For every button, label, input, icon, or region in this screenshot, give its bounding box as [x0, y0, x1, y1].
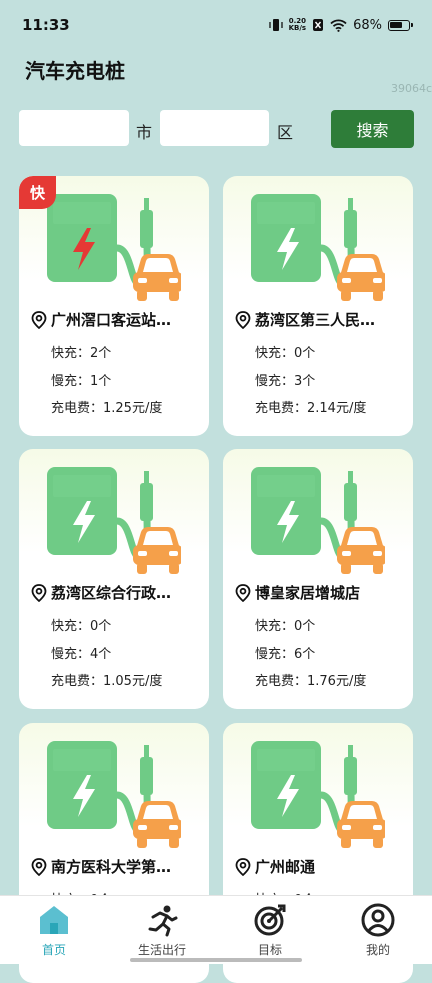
fast-charger-count: 快充：0个 — [255, 619, 316, 634]
charging-fee: 充电费：1.76元/度 — [255, 674, 367, 689]
battery-icon — [388, 19, 413, 31]
charger-illustration — [251, 465, 385, 583]
station-name: 博皇家居增城店 — [235, 582, 407, 603]
slow-charger-count: 慢充：4个 — [51, 647, 112, 662]
charger-illustration — [47, 192, 181, 310]
slow-charger-count: 慢充：1个 — [51, 374, 112, 389]
station-name-text: 博皇家居增城店 — [255, 584, 361, 602]
charger-illustration — [47, 465, 181, 583]
search-button[interactable]: 搜索 — [331, 110, 414, 148]
watermark: 39064c — [390, 82, 432, 95]
nav-profile-label: 我的 — [365, 943, 390, 957]
fast-charge-badge: 快 — [19, 176, 56, 209]
nav-life-travel[interactable]: 生活出行 — [108, 896, 216, 960]
net-speed: 0.20 KB/s — [288, 17, 307, 32]
station-card[interactable]: 快 广州滘口客运站… 快充：2个 慢充：1个 充电费：1.25元/度 — [19, 176, 209, 436]
nav-life-travel-label: 生活出行 — [137, 943, 186, 957]
fast-charger-count: 快充：0个 — [51, 619, 112, 634]
station-name: 广州滘口客运站… — [31, 309, 203, 330]
nav-home[interactable]: 首页 — [0, 896, 108, 960]
nav-home-label: 首页 — [41, 943, 66, 957]
charger-illustration — [47, 739, 181, 857]
bottom-navigation: 首页 生活出行 目标 我的 — [0, 895, 432, 964]
battery-percent: 68% — [353, 17, 382, 33]
city-input[interactable] — [19, 110, 129, 146]
location-pin-icon — [235, 858, 251, 876]
wifi-icon — [330, 19, 347, 32]
page-title: 汽车充电桩 — [25, 59, 125, 83]
station-name-text: 荔湾区综合行政… — [51, 584, 172, 602]
city-label: 市 — [136, 123, 153, 142]
station-card[interactable]: 荔湾区第三人民… 快充：0个 慢充：3个 充电费：2.14元/度 — [223, 176, 413, 436]
home-icon — [40, 906, 68, 934]
station-name: 南方医科大学第… — [31, 856, 203, 877]
charging-fee: 充电费：2.14元/度 — [255, 401, 367, 416]
nav-target-label: 目标 — [257, 943, 282, 957]
slow-charger-count: 慢充：6个 — [255, 647, 316, 662]
vibrate-icon — [268, 19, 283, 31]
station-name: 广州邮通 — [235, 856, 407, 877]
location-pin-icon — [31, 584, 47, 602]
sim-disabled-icon — [313, 19, 324, 31]
fast-charger-count: 快充：0个 — [255, 346, 316, 361]
station-card[interactable]: 博皇家居增城店 快充：0个 慢充：6个 充电费：1.76元/度 — [223, 449, 413, 709]
clock: 11:33 — [22, 16, 70, 34]
location-pin-icon — [31, 858, 47, 876]
nav-profile[interactable]: 我的 — [324, 896, 432, 960]
charger-illustration — [251, 192, 385, 310]
slow-charger-count: 慢充：3个 — [255, 374, 316, 389]
home-indicator[interactable] — [130, 958, 302, 962]
fast-charger-count: 快充：2个 — [51, 346, 112, 361]
station-name-text: 广州邮通 — [255, 858, 316, 876]
status-bar: 11:33 0.20 KB/s 68% — [0, 0, 432, 50]
station-card[interactable]: 荔湾区综合行政… 快充：0个 慢充：4个 充电费：1.05元/度 — [19, 449, 209, 709]
station-name-text: 广州滘口客运站… — [51, 311, 172, 329]
district-input[interactable] — [160, 110, 269, 146]
station-name-text: 南方医科大学第… — [51, 858, 172, 876]
charging-fee: 充电费：1.05元/度 — [51, 674, 163, 689]
location-pin-icon — [235, 311, 251, 329]
status-icons: 0.20 KB/s 68% — [268, 17, 413, 33]
station-name: 荔湾区第三人民… — [235, 309, 407, 330]
station-name: 荔湾区综合行政… — [31, 582, 203, 603]
user-profile-icon — [361, 903, 395, 937]
station-name-text: 荔湾区第三人民… — [255, 311, 376, 329]
location-pin-icon — [31, 311, 47, 329]
running-person-icon — [148, 905, 178, 937]
charger-illustration — [251, 739, 385, 857]
search-bar: 市 区 搜索 — [19, 110, 414, 148]
location-pin-icon — [235, 584, 251, 602]
nav-target[interactable]: 目标 — [216, 896, 324, 960]
district-label: 区 — [277, 123, 294, 142]
charging-fee: 充电费：1.25元/度 — [51, 401, 163, 416]
target-icon — [254, 904, 286, 936]
